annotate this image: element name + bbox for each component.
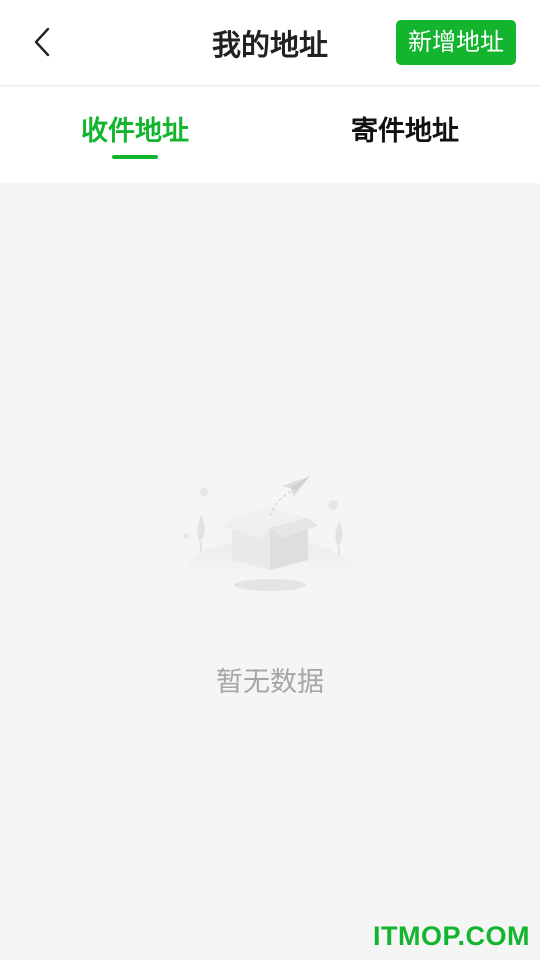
chevron-left-icon [34,27,50,57]
tab-sender-address[interactable]: 寄件地址 [270,87,540,183]
active-tab-indicator [112,155,158,159]
tab-label: 寄件地址 [351,116,459,147]
address-page: 我的地址 新增地址 收件地址 寄件地址 暂无数据 ITMOP.COM [0,0,540,960]
tab-label: 收件地址 [81,116,189,147]
empty-box-icon [180,476,362,591]
watermark: ITMOP.COM [372,921,530,951]
tab-bar: 收件地址 寄件地址 [0,87,540,183]
tab-received-address[interactable]: 收件地址 [0,87,270,183]
nav-bar: 我的地址 新增地址 [0,0,540,86]
back-button[interactable] [22,22,62,62]
add-address-button[interactable]: 新增地址 [396,20,516,65]
empty-message: 暂无数据 [216,667,324,698]
